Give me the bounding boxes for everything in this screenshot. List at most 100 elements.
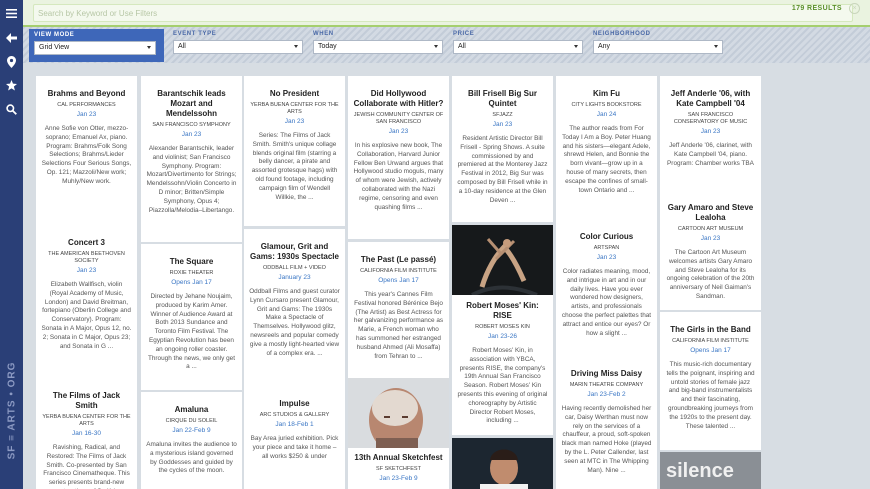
view-mode-value: Grid View — [39, 44, 70, 51]
event-description: Elizabeth Wallfisch, violin (Royal Acade… — [41, 281, 132, 350]
event-description: This year's Cannes Film Festival honored… — [353, 291, 444, 360]
event-type-select[interactable]: All — [173, 40, 303, 54]
event-date: Opens Jan 17 — [171, 279, 212, 286]
event-date: Jan 16-30 — [72, 430, 101, 437]
neighborhood-select[interactable]: Any — [593, 40, 723, 54]
event-date: Jan 23 — [181, 131, 202, 138]
event-card[interactable]: The Square ROXIE THEATER Opens Jan 17 Di… — [141, 244, 242, 390]
event-description: Having recently demolished her car, Dais… — [561, 405, 652, 474]
event-title[interactable]: Barantschik leads Mozart and Mendelssohn — [146, 89, 237, 119]
chevron-down-icon — [434, 45, 438, 48]
event-card[interactable]: Driving Miss Daisy MARIN THEATRE COMPANY… — [556, 356, 657, 489]
chevron-down-icon — [147, 46, 151, 49]
price-label: PRICE — [453, 31, 475, 37]
chevron-down-icon — [714, 45, 718, 48]
side-nav: SF ≡ ARTS • ORG — [0, 0, 23, 489]
event-date: Jan 18-Feb 1 — [275, 421, 314, 428]
event-date: Jan 23-Feb 9 — [379, 475, 418, 482]
event-title[interactable]: Jeff Anderle '06, with Kate Campbell '04 — [665, 89, 756, 109]
event-card[interactable]: Gary Amaro and Steve Lealoha CARTOON ART… — [660, 190, 761, 310]
price-value: All — [458, 43, 466, 50]
event-card[interactable] — [452, 438, 553, 489]
event-description: Jeff Anderle '06, clarinet, with Kate Ca… — [667, 142, 754, 167]
event-description: Amaluna invites the audience to a myster… — [146, 441, 237, 475]
event-title[interactable]: Bill Frisell Big Sur Quintet — [457, 89, 548, 109]
event-title[interactable]: Kim Fu — [561, 89, 652, 99]
event-description: Oddball Films and guest curator Lynn Cur… — [249, 288, 340, 357]
event-date: Jan 23 — [76, 267, 97, 274]
event-description: Robert Moses' Kin, in association with Y… — [457, 347, 548, 425]
filter-bar: VIEW MODE Grid View EVENT TYPE All WHEN … — [23, 27, 870, 63]
event-date: Jan 24 — [596, 111, 617, 118]
event-date: Jan 23 — [388, 128, 409, 135]
event-date: Jan 23 — [284, 118, 305, 125]
event-card[interactable]: 13th Annual Sketchfest SF SKETCHFEST Jan… — [348, 378, 449, 489]
back-arrow-icon[interactable] — [0, 26, 23, 49]
event-venue: SFJAZZ — [492, 112, 513, 118]
event-title[interactable]: Concert 3 — [41, 238, 132, 248]
menu-icon[interactable] — [0, 2, 23, 25]
site-logo[interactable]: SF ≡ ARTS • ORG — [2, 340, 21, 480]
event-date: Jan 22-Feb 9 — [172, 427, 211, 434]
event-card[interactable]: The Films of Jack Smith YERBA BUENA CENT… — [36, 378, 137, 489]
event-title[interactable]: 13th Annual Sketchfest — [353, 453, 444, 463]
event-title[interactable]: Color Curious — [561, 232, 652, 242]
when-label: WHEN — [313, 31, 334, 37]
event-description: Alexander Barantschik, leader and violin… — [146, 145, 237, 214]
event-card[interactable]: No President YERBA BUENA CENTER FOR THE … — [244, 76, 345, 226]
event-card[interactable]: The Past (Le passé) CALIFORNIA FILM INST… — [348, 242, 449, 380]
event-card[interactable]: Bill Frisell Big Sur Quintet SFJAZZ Jan … — [452, 76, 553, 222]
event-date: Opens Jan 17 — [378, 277, 419, 284]
event-title[interactable]: The Square — [146, 257, 237, 267]
event-card[interactable]: Robert Moses' Kin: RISE ROBERT MOSES KIN… — [452, 225, 553, 435]
view-mode-select[interactable]: Grid View — [34, 41, 156, 55]
event-title[interactable]: Amaluna — [146, 405, 237, 415]
event-description: Bay Area juried exhibition. Pick your pi… — [250, 435, 339, 460]
search-icon[interactable] — [0, 98, 23, 121]
event-title[interactable]: Driving Miss Daisy — [561, 369, 652, 379]
event-card[interactable]: Barantschik leads Mozart and Mendelssohn… — [141, 76, 242, 242]
event-card[interactable]: Concert 3 THE AMERICAN BEETHOVEN SOCIETY… — [36, 225, 137, 387]
view-mode-filter: VIEW MODE Grid View — [29, 29, 164, 62]
event-description: Ravishing, Radical, and Restored: The Fi… — [43, 444, 130, 489]
event-description: Anne Sofie von Otter, mezzo-soprano; Ema… — [41, 125, 132, 185]
event-title[interactable]: Impulse — [249, 399, 340, 409]
event-venue: CARTOON ART MUSEUM — [677, 226, 744, 232]
event-card[interactable]: Color Curious ARTSPAN Jan 23 Color radia… — [556, 219, 657, 357]
star-icon[interactable] — [0, 74, 23, 97]
site-logo-text: SF ≡ ARTS • ORG — [6, 361, 18, 459]
event-title[interactable]: Did Hollywood Collaborate with Hitler? — [353, 89, 444, 109]
event-card[interactable]: Impulse ARC STUDIOS & GALLERY Jan 18-Feb… — [244, 386, 345, 489]
map-pin-icon[interactable] — [0, 50, 23, 73]
event-title[interactable]: Robert Moses' Kin: RISE — [457, 301, 548, 321]
neighborhood-value: Any — [598, 43, 611, 50]
price-filter: PRICE All — [453, 31, 583, 61]
search-field-container — [33, 4, 853, 22]
event-title[interactable]: Glamour, Grit and Gams: 1930s Spectacle — [249, 242, 340, 262]
event-card[interactable]: Did Hollywood Collaborate with Hitler? J… — [348, 76, 449, 239]
event-title[interactable]: Gary Amaro and Steve Lealoha — [665, 203, 756, 223]
event-card[interactable]: Glamour, Grit and Gams: 1930s Spectacle … — [244, 229, 345, 387]
event-title[interactable]: The Past (Le passé) — [353, 255, 444, 265]
event-title[interactable]: silence — [666, 460, 734, 483]
event-title[interactable]: Brahms and Beyond — [41, 89, 132, 99]
event-title[interactable]: The Films of Jack Smith — [41, 391, 132, 411]
search-input[interactable] — [38, 6, 638, 20]
when-value: Today — [318, 43, 337, 50]
event-card[interactable]: silence — [660, 452, 761, 489]
event-date: January 23 — [278, 274, 311, 281]
results-count: 179 RESULTS — [791, 5, 842, 12]
event-card[interactable]: Brahms and Beyond CAL PERFORMANCES Jan 2… — [36, 76, 137, 230]
event-card[interactable]: Jeff Anderle '06, with Kate Campbell '04… — [660, 76, 761, 192]
event-description: This music-rich documentary tells the po… — [666, 361, 755, 430]
when-select[interactable]: Today — [313, 40, 443, 54]
clear-search-icon[interactable]: × — [849, 3, 860, 14]
price-select[interactable]: All — [453, 40, 583, 54]
event-type-value: All — [178, 43, 186, 50]
event-title[interactable]: No President — [249, 89, 340, 99]
event-card[interactable]: The Girls in the Band CALIFORNIA FILM IN… — [660, 312, 761, 450]
event-title[interactable]: The Girls in the Band — [665, 325, 756, 335]
event-photo — [348, 378, 449, 448]
event-card[interactable]: Kim Fu CITY LIGHTS BOOKSTORE Jan 24 The … — [556, 76, 657, 226]
event-card[interactable]: Amaluna CIRQUE DU SOLEIL Jan 22-Feb 9 Am… — [141, 392, 242, 489]
